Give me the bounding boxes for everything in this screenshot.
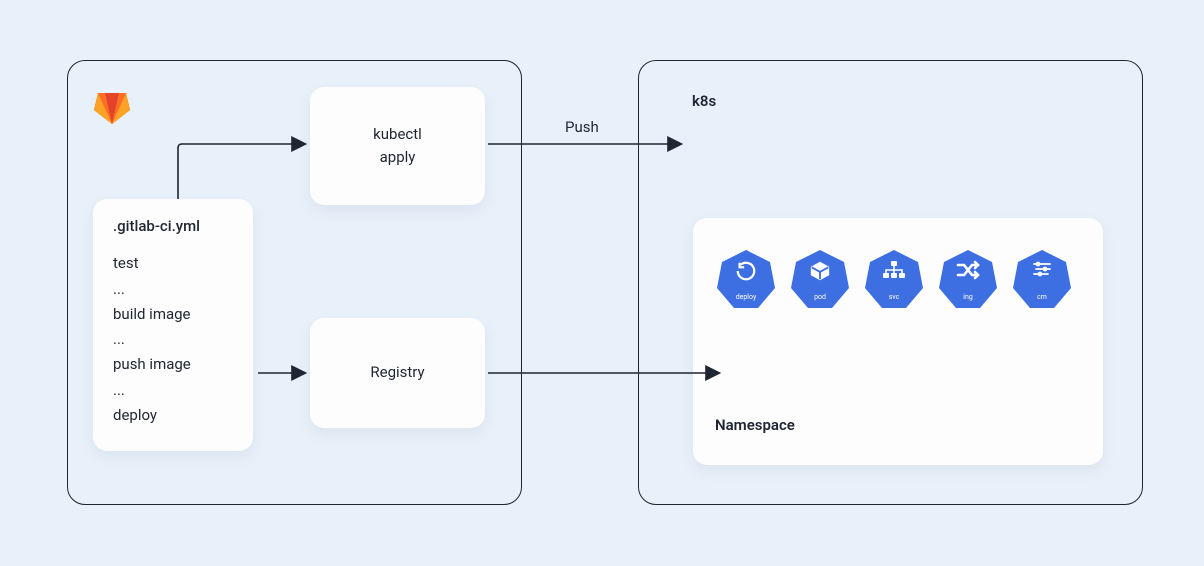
arrow-registry-to-namespace (0, 0, 1204, 566)
